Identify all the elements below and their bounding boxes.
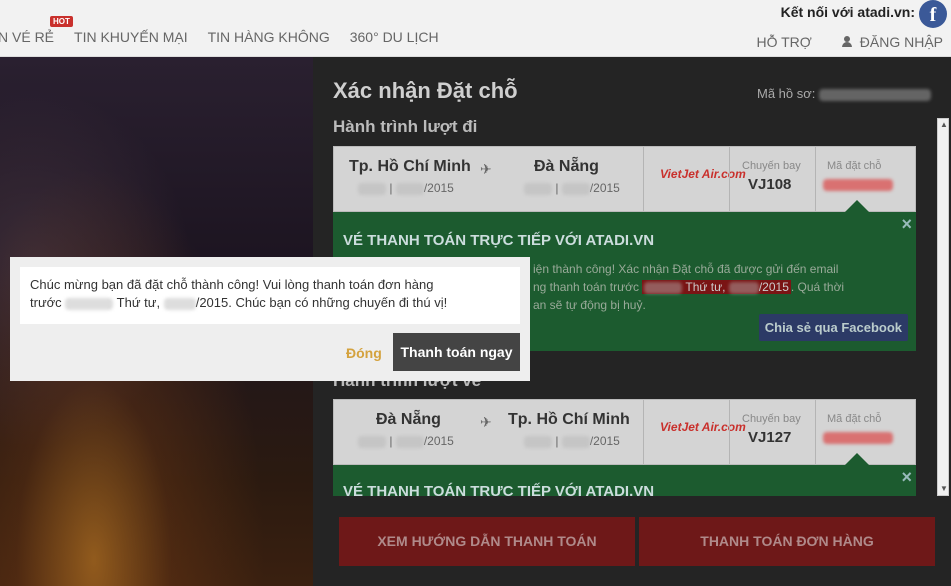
return-to-city: Tp. Hồ Chí Minh <box>508 411 630 428</box>
pay-now-button[interactable]: Thanh toán ngay <box>393 333 520 371</box>
pay-order-button[interactable]: THANH TOÁN ĐƠN HÀNG <box>639 517 935 566</box>
return-booking-code <box>823 432 893 444</box>
login-link[interactable]: ĐĂNG NHẬP <box>841 34 943 50</box>
login-label: ĐĂNG NHẬP <box>859 34 943 50</box>
notice-heading: VÉ THANH TOÁN TRỰC TIẾP VỚI ATADI.VN <box>343 483 655 496</box>
notice-deadline: Thứ tư, /2015 <box>642 280 791 294</box>
success-dialog: Chúc mừng bạn đã đặt chỗ thành công! Vui… <box>10 257 530 381</box>
notice-pointer <box>845 453 869 465</box>
outbound-heading: Hành trình lượt đi <box>333 117 478 136</box>
outbound-from-date: | /2015 <box>358 181 454 195</box>
close-button[interactable]: Đóng <box>346 345 382 361</box>
nav-airline-news[interactable]: TIN HÀNG KHÔNG <box>208 29 330 45</box>
record-code: Mã hồ sơ: <box>757 86 932 101</box>
close-icon[interactable]: × <box>901 214 912 235</box>
dialog-message: Chúc mừng bạn đã đặt chỗ thành công! Vui… <box>20 267 520 324</box>
return-from-city: Đà Nẵng <box>376 411 441 428</box>
vietjet-logo: VietJet Air.com <box>660 420 746 434</box>
scroll-down-arrow[interactable]: ▼ <box>940 484 948 493</box>
outbound-booking-code <box>823 179 893 191</box>
notice-text: iện thành công! Xác nhận Đặt chỗ đã được… <box>533 262 845 312</box>
nav-360-travel[interactable]: 360° DU LỊCH <box>350 29 439 45</box>
share-facebook-button[interactable]: Chia sẻ qua Facebook <box>758 314 908 341</box>
booking-code-label: Mã đặt chỗ <box>827 413 882 425</box>
nav-promotions[interactable]: TIN KHUYẾN MẠI <box>74 29 188 45</box>
return-flight-number: VJ127 <box>748 429 792 446</box>
return-to-date: | /2015 <box>524 434 620 448</box>
outbound-flight-card: Tp. Hồ Chí Minh ✈ Đà Nẵng | /2015 | /201… <box>333 146 916 212</box>
record-code-label: Mã hồ sơ: <box>757 86 816 101</box>
notice-heading: VÉ THANH TOÁN TRỰC TIẾP VỚI ATADI.VN <box>343 232 655 249</box>
facebook-icon[interactable]: f <box>919 0 947 28</box>
outbound-to-city: Đà Nẵng <box>534 158 599 175</box>
close-icon[interactable]: × <box>901 467 912 488</box>
deadline-date <box>163 297 196 310</box>
user-icon <box>841 36 852 47</box>
flight-label: Chuyến bay <box>742 160 801 172</box>
notice-pointer <box>845 200 869 212</box>
hot-badge: HOT <box>50 16 73 27</box>
plane-icon: ✈ <box>480 414 492 430</box>
connect-text: Kết nối với atadi.vn: <box>780 4 915 20</box>
payment-guide-button[interactable]: XEM HƯỚNG DẪN THANH TOÁN <box>339 517 635 566</box>
return-flight-card: Đà Nẵng ✈ Tp. Hồ Chí Minh | /2015 | /201… <box>333 399 916 465</box>
scrollbar[interactable] <box>937 118 949 496</box>
right-nav: HỖ TRỢ ĐĂNG NHẬP <box>756 34 943 50</box>
nav-cheap-tickets[interactable]: N VÉ RẺ <box>0 29 54 45</box>
booking-code-label: Mã đặt chỗ <box>827 160 882 172</box>
scroll-up-arrow[interactable]: ▲ <box>940 120 948 129</box>
main-nav: N VÉ RẺ TIN KHUYẾN MẠI TIN HÀNG KHÔNG 36… <box>0 29 459 45</box>
support-link[interactable]: HỖ TRỢ <box>756 34 811 50</box>
plane-icon: ✈ <box>480 161 492 177</box>
deadline-time <box>65 297 114 310</box>
record-code-value <box>819 88 932 101</box>
outbound-to-date: | /2015 <box>524 181 620 195</box>
top-bar: N VÉ RẺ TIN KHUYẾN MẠI TIN HÀNG KHÔNG 36… <box>0 0 951 57</box>
outbound-flight-number: VJ108 <box>748 176 792 193</box>
flight-label: Chuyến bay <box>742 413 801 425</box>
return-payment-notice: × VÉ THANH TOÁN TRỰC TIẾP VỚI ATADI.VN <box>333 465 916 496</box>
return-from-date: | /2015 <box>358 434 454 448</box>
vietjet-logo: VietJet Air.com <box>660 167 746 181</box>
page-title: Xác nhận Đặt chỗ <box>333 78 518 103</box>
outbound-from-city: Tp. Hồ Chí Minh <box>349 158 471 175</box>
